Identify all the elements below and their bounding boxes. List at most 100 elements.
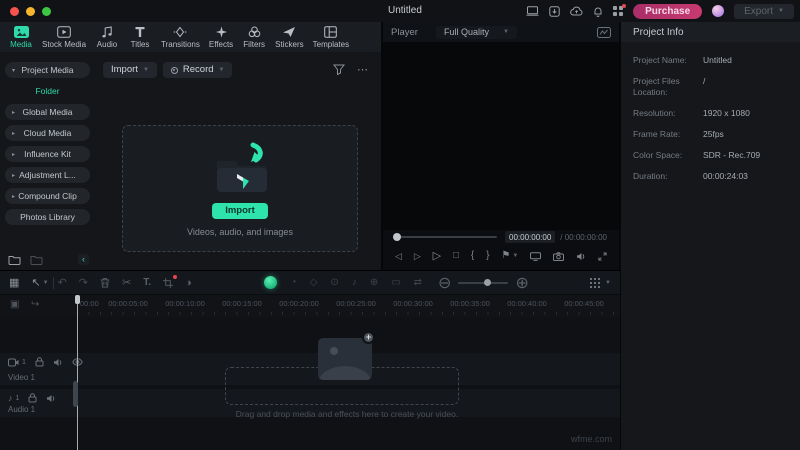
import-button[interactable]: Import: [212, 202, 268, 219]
export-button[interactable]: Export ▼: [734, 3, 794, 19]
masking-icon[interactable]: ◇: [310, 277, 318, 288]
select-tool-icon[interactable]: ↖ ▼: [31, 277, 48, 289]
apps-grid-icon[interactable]: [613, 4, 627, 16]
sidebar-item-global-media[interactable]: ▸ Global Media: [5, 104, 90, 120]
mute-icon[interactable]: [53, 358, 63, 367]
sidebar-item-compound-clip[interactable]: ▸ Compound Clip: [5, 188, 90, 204]
zoom-out-icon[interactable]: ⊖: [438, 273, 451, 293]
timeline-toolbar: ▦ ↖ ▼ ↶ ↷ ✂ T. ◑ ◔ ◇ ⊙ ♪ ⊕ ▭ ⇄ ⊖ ⊕ ▼: [0, 271, 620, 295]
quality-dropdown[interactable]: Full Quality ▼: [435, 25, 517, 39]
zoom-button[interactable]: [42, 6, 51, 16]
snapshot-camera-icon[interactable]: [553, 251, 565, 261]
track-manager-button[interactable]: ▼: [590, 277, 611, 288]
seek-slider[interactable]: [393, 233, 497, 241]
sidebar-item-photos-library[interactable]: Photos Library: [5, 209, 90, 225]
tab-media[interactable]: Media: [6, 25, 36, 49]
sidebar-item-project-media[interactable]: ▾ Project Media: [5, 62, 90, 78]
minimize-button[interactable]: [26, 6, 35, 16]
close-button[interactable]: [10, 6, 19, 16]
import-dropzone[interactable]: Import Videos, audio, and images: [122, 125, 358, 252]
ruler-label: 00:00:40:00: [507, 299, 547, 308]
sidebar-item-folder[interactable]: Folder: [5, 83, 90, 99]
title-bar: Untitled Purchase Export ▼: [0, 0, 800, 22]
zoom-handle[interactable]: [484, 279, 492, 286]
info-value: SDR - Rec.709: [703, 150, 761, 161]
avatar[interactable]: [712, 5, 725, 17]
mark-in-icon[interactable]: {: [471, 250, 474, 262]
preview-viewer[interactable]: [383, 42, 619, 230]
sidebar-item-cloud-media[interactable]: ▸ Cloud Media: [5, 125, 90, 141]
tab-transitions[interactable]: Transitions: [158, 26, 203, 49]
color-mask-icon[interactable]: ◑: [185, 277, 192, 289]
redo-icon[interactable]: ↷: [79, 277, 88, 289]
volume-icon[interactable]: [576, 252, 586, 261]
seek-handle[interactable]: [393, 233, 401, 241]
audio-track-icon: ♪: [8, 393, 13, 403]
audio-meter-icon[interactable]: [597, 26, 611, 38]
keyframe-icon[interactable]: ⊕: [370, 277, 378, 288]
zoom-slider[interactable]: [458, 279, 509, 286]
render-preview-icon[interactable]: ▣: [10, 299, 19, 310]
filters-icon: [248, 26, 261, 38]
transition-mode-icon[interactable]: ⇄: [414, 277, 422, 288]
marker-icon[interactable]: ↪: [31, 299, 39, 310]
lock-icon[interactable]: [28, 393, 37, 403]
filter-icon[interactable]: [333, 64, 345, 75]
split-icon[interactable]: ✂: [122, 277, 131, 289]
track-scrollbar[interactable]: [73, 381, 78, 407]
stop-icon[interactable]: □: [453, 250, 459, 262]
sidebar-item-adjustment-layer[interactable]: ▸ Adjustment L...: [5, 167, 90, 183]
audio-stretch-icon[interactable]: ♪: [352, 277, 357, 288]
playhead[interactable]: [77, 295, 78, 450]
sidebar-item-influence-kit[interactable]: ▸ Influence Kit: [5, 146, 90, 162]
screen-mirror-icon[interactable]: [530, 251, 542, 261]
more-options-icon[interactable]: ⋯: [357, 64, 369, 75]
notifications-icon[interactable]: [593, 6, 603, 17]
tab-label: Titles: [130, 39, 150, 49]
new-folder-icon[interactable]: [8, 254, 21, 265]
tab-effects[interactable]: Effects: [206, 25, 236, 49]
pip-icon[interactable]: ▭: [391, 277, 400, 288]
text-tool-icon[interactable]: T.: [143, 277, 151, 288]
cloud-upload-icon[interactable]: [570, 6, 583, 16]
tab-stock-media[interactable]: Stock Media: [39, 25, 89, 49]
fullscreen-icon[interactable]: [598, 251, 607, 261]
video-track-icon: [8, 358, 19, 367]
speed-ramping-icon[interactable]: ◔: [291, 277, 297, 288]
import-dropdown-button[interactable]: Import ▼: [103, 62, 157, 78]
record-dropdown-button[interactable]: Record ▼: [162, 62, 233, 78]
voice-changer-icon[interactable]: ⊙: [330, 277, 338, 288]
tab-filters[interactable]: Filters: [239, 26, 269, 49]
lock-icon[interactable]: [35, 357, 44, 367]
collapse-panel-icon[interactable]: ‹: [78, 254, 89, 265]
save-project-icon[interactable]: [549, 5, 560, 17]
tab-templates[interactable]: Templates: [310, 25, 352, 49]
crop-icon[interactable]: [163, 274, 178, 288]
play-icon[interactable]: ▷: [433, 250, 441, 262]
delete-icon[interactable]: [100, 277, 110, 288]
chevron-down-icon: ▼: [512, 253, 519, 259]
zoom-in-icon[interactable]: ⊕: [515, 273, 528, 293]
add-media-badge[interactable]: +: [362, 331, 375, 344]
ai-copilot-icon[interactable]: [263, 276, 277, 289]
timeline-ruler[interactable]: ▣ ↪ 00:00 00:00:05:00 00:00:10:00 00:00:…: [0, 295, 620, 317]
display-icon[interactable]: [526, 6, 539, 16]
undo-icon[interactable]: ↶: [58, 277, 67, 289]
tab-titles[interactable]: Titles: [125, 26, 155, 49]
tab-stickers[interactable]: Stickers: [272, 26, 306, 49]
toolbox-grid-icon[interactable]: ▦: [9, 277, 19, 289]
track-area[interactable]: 1 Video 1 ♪ 1 Audio 1 + Drag and drop me…: [0, 317, 620, 450]
media-toolbar-right: ⋯: [333, 64, 369, 75]
player-title: Player: [391, 26, 418, 38]
purchase-button[interactable]: Purchase: [633, 3, 703, 19]
titles-icon: [134, 26, 146, 38]
mark-out-icon[interactable]: }: [486, 250, 489, 262]
tab-audio[interactable]: Audio: [92, 25, 122, 49]
step-forward-icon[interactable]: ▷: [414, 250, 421, 262]
audio-icon: [101, 25, 113, 38]
mute-icon[interactable]: [46, 394, 56, 403]
playhead-handle[interactable]: [75, 295, 80, 304]
delete-folder-icon[interactable]: [30, 254, 43, 265]
marker-flag-icon[interactable]: ⚑ ▼: [501, 250, 518, 262]
step-backward-icon[interactable]: ◁: [395, 250, 402, 262]
